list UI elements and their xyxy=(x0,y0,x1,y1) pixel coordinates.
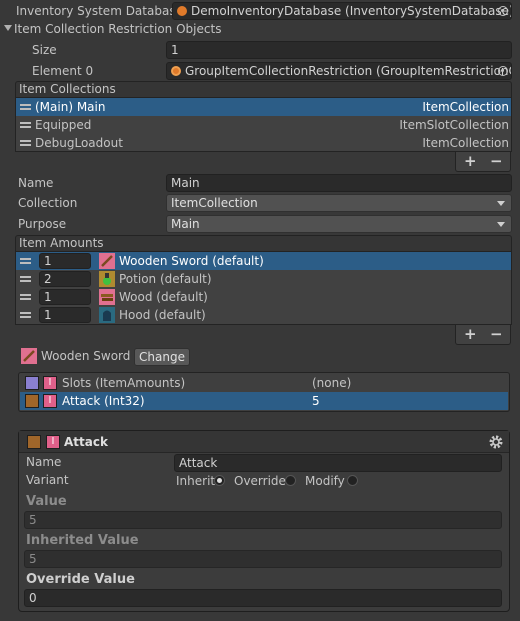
item-amount-row[interactable]: 2 Potion (default) xyxy=(16,270,511,288)
drag-handle-icon[interactable] xyxy=(20,276,31,282)
inherited-value-title: Inherited Value xyxy=(26,533,139,548)
collection-name: (Main) Main xyxy=(35,100,106,114)
variant-override-radio[interactable] xyxy=(285,475,296,486)
size-input[interactable]: 1 xyxy=(166,41,512,59)
remove-collection-button[interactable]: − xyxy=(490,152,503,170)
variant-modify-radio[interactable] xyxy=(347,475,358,486)
inherited-value-field: 5 xyxy=(24,550,502,568)
collection-dropdown-value: ItemCollection xyxy=(171,196,258,210)
purpose-dropdown[interactable]: Main xyxy=(166,215,512,233)
drag-handle-icon[interactable] xyxy=(20,312,31,318)
attribute-type-swatch xyxy=(25,376,39,390)
sword-icon xyxy=(99,253,115,269)
item-name: Potion (default) xyxy=(119,272,212,286)
override-value-title: Override Value xyxy=(26,572,135,587)
inventory-database-field[interactable]: DemoInventoryDatabase (InventorySystemDa… xyxy=(172,2,512,20)
collection-row[interactable]: (Main) Main ItemCollection xyxy=(16,98,511,116)
object-picker-icon[interactable] xyxy=(498,6,508,16)
restriction-objects-foldout[interactable]: Item Collection Restriction Objects xyxy=(14,22,221,36)
selected-item-name: Wooden Sword xyxy=(41,349,131,363)
change-button[interactable]: Change xyxy=(134,348,190,366)
drag-handle-icon[interactable] xyxy=(20,122,31,128)
element-0-label: Element 0 xyxy=(32,64,94,78)
variant-label: Variant xyxy=(26,473,69,487)
item-collections-footer: + − xyxy=(455,152,511,172)
collection-type: ItemCollection xyxy=(422,136,509,150)
restriction-icon xyxy=(171,66,181,76)
collection-type: ItemSlotCollection xyxy=(399,118,509,132)
item-amount-row[interactable]: 1 Wood (default) xyxy=(16,288,511,306)
variant-modify-label: Modify xyxy=(305,474,345,488)
foldout-arrow-icon[interactable] xyxy=(4,25,12,31)
collection-dropdown[interactable]: ItemCollection xyxy=(166,194,512,212)
item-amounts-title: Item Amounts xyxy=(19,236,104,250)
potion-icon xyxy=(99,271,115,287)
variant-override-label: Override xyxy=(234,474,286,488)
object-picker-icon[interactable] xyxy=(498,66,508,76)
collection-type: ItemCollection xyxy=(422,100,509,114)
collection-row[interactable]: DebugLoadout ItemCollection xyxy=(16,134,511,152)
item-amount-row[interactable]: 1 Hood (default) xyxy=(16,306,511,324)
attack-panel-title: Attack xyxy=(64,435,108,449)
wood-icon xyxy=(99,289,115,305)
chevron-down-icon xyxy=(497,201,505,206)
attribute-name: Attack (Int32) xyxy=(62,394,145,408)
collection-row[interactable]: Equipped ItemSlotCollection xyxy=(16,116,511,134)
attribute-name: Slots (ItemAmounts) xyxy=(62,376,186,390)
add-collection-button[interactable]: + xyxy=(464,152,477,170)
drag-handle-icon[interactable] xyxy=(20,140,31,146)
attribute-row[interactable]: I Attack (Int32) 5 xyxy=(20,392,508,410)
amount-input[interactable]: 2 xyxy=(39,271,91,287)
database-icon xyxy=(177,6,187,16)
item-name: Hood (default) xyxy=(119,308,206,322)
element-0-field[interactable]: GroupItemCollectionRestriction (GroupIte… xyxy=(166,62,512,80)
item-name: Wooden Sword (default) xyxy=(119,254,264,268)
collection-label: Collection xyxy=(18,196,78,210)
item-collections-title: Item Collections xyxy=(19,82,116,96)
amount-input[interactable]: 1 xyxy=(39,253,91,269)
attribute-type-swatch xyxy=(27,435,41,449)
size-label: Size xyxy=(32,43,57,57)
add-item-amount-button[interactable]: + xyxy=(464,325,477,343)
sword-icon xyxy=(21,348,37,364)
chevron-down-icon xyxy=(497,222,505,227)
attribute-marker: I xyxy=(46,435,60,449)
item-collections-header: Item Collections xyxy=(15,81,512,98)
inventory-database-label: Inventory System Database xyxy=(16,4,183,18)
hood-icon xyxy=(99,307,115,323)
amount-input[interactable]: 1 xyxy=(39,289,91,305)
remove-item-amount-button[interactable]: − xyxy=(490,325,503,343)
value-title: Value xyxy=(26,494,67,509)
amount-input[interactable]: 1 xyxy=(39,307,91,323)
item-name: Wood (default) xyxy=(119,290,208,304)
item-amount-row[interactable]: 1 Wooden Sword (default) xyxy=(16,252,511,270)
name-label: Name xyxy=(18,176,54,190)
attribute-marker: I xyxy=(43,394,57,408)
drag-handle-icon[interactable] xyxy=(20,294,31,300)
value-field: 5 xyxy=(24,511,502,529)
variant-inherit-radio[interactable] xyxy=(214,475,225,486)
collection-name: Equipped xyxy=(35,118,92,132)
inventory-database-value: DemoInventoryDatabase (InventorySystemDa… xyxy=(191,4,512,18)
override-value-input[interactable]: 0 xyxy=(24,589,502,607)
drag-handle-icon[interactable] xyxy=(20,258,31,264)
purpose-label: Purpose xyxy=(18,217,67,231)
attribute-value: (none) xyxy=(312,376,352,390)
variant-inherit-label: Inherit xyxy=(176,474,216,488)
attribute-value: 5 xyxy=(312,394,320,408)
item-amounts-footer: + − xyxy=(455,325,511,345)
gear-icon[interactable] xyxy=(489,435,503,449)
purpose-dropdown-value: Main xyxy=(171,217,200,231)
element-0-value: GroupItemCollectionRestriction (GroupIte… xyxy=(185,64,512,78)
attack-name-label: Name xyxy=(26,455,62,469)
collection-name: DebugLoadout xyxy=(35,136,123,150)
name-input[interactable]: Main xyxy=(166,174,512,192)
attribute-row[interactable]: I Slots (ItemAmounts) (none) xyxy=(20,374,508,392)
drag-handle-icon[interactable] xyxy=(20,104,31,110)
attribute-type-swatch xyxy=(25,394,39,408)
item-amounts-header: Item Amounts xyxy=(15,235,512,252)
attack-name-input[interactable]: Attack xyxy=(174,454,502,472)
attribute-marker: I xyxy=(43,376,57,390)
